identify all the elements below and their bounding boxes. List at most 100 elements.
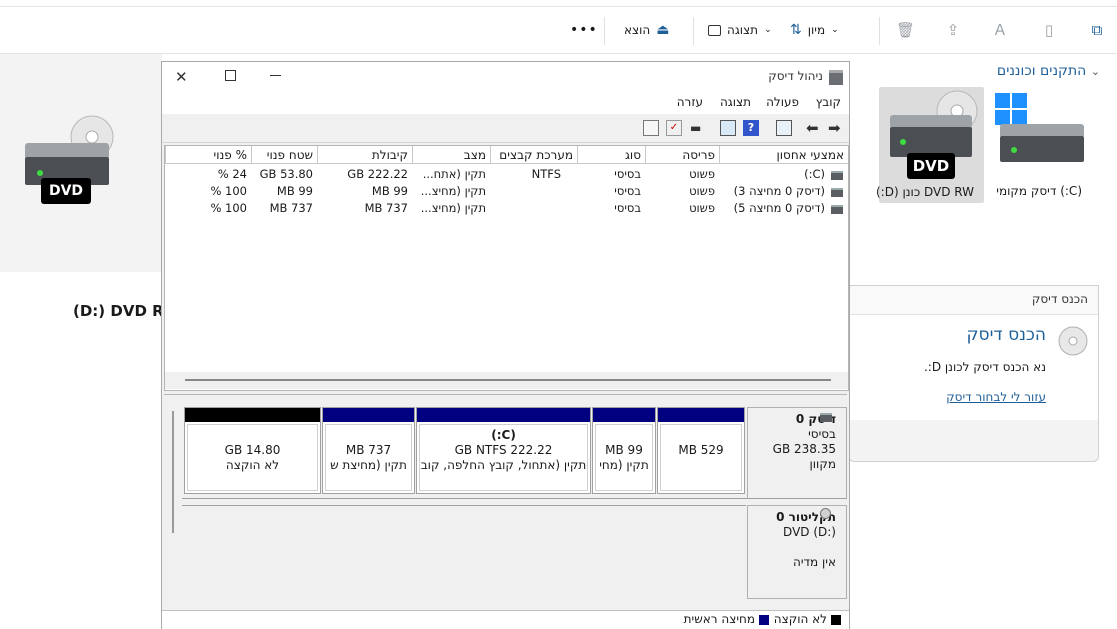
dvd-badge: DVD xyxy=(41,178,91,204)
explorer-toolbar: ••• ⏏ הוצא ⌄ תצוגה ⌄ מיון ⇅ 🗑 ⇪ Ａ ▯ ⧉ xyxy=(0,7,1117,54)
insert-disk-title: הכנס דיסק xyxy=(1031,292,1088,306)
disk-icon xyxy=(820,413,832,422)
help-icon[interactable]: ? xyxy=(743,120,759,136)
insert-disk-heading: הכנס דיסק xyxy=(966,325,1046,345)
drive-d-tile[interactable]: DVD DVD RW כונן (D:) xyxy=(876,87,984,203)
partition-737mb[interactable]: MB 737 תקין (מחיצת ש xyxy=(322,407,415,494)
more-options-button[interactable]: ••• xyxy=(570,19,598,41)
paste-icon[interactable]: ▯ xyxy=(1040,21,1058,39)
partition-c[interactable]: (C:) GB NTFS 222.22 תקין (אתחול, קובץ הח… xyxy=(416,407,591,494)
disk-management-window: ✕ ניהול דיסק קובץ פעולה תצוגה עזרה ➡ ⬅ ?… xyxy=(161,61,850,629)
rename-icon[interactable]: Ａ xyxy=(991,21,1009,39)
volume-list: אמצעי אחסון פריסה סוג מערכת קבצים מצב קי… xyxy=(164,145,849,391)
vertical-scrollbar[interactable] xyxy=(172,411,174,533)
devices-section-header[interactable]: ⌄ התקנים וכוננים xyxy=(997,63,1100,79)
column-header[interactable]: אמצעי אחסון xyxy=(719,146,848,164)
column-header[interactable]: סוג xyxy=(577,146,645,164)
cell-layout: פשוט xyxy=(689,184,715,198)
column-header[interactable]: קיבולת xyxy=(317,146,412,164)
windows-drive-icon xyxy=(995,93,1084,162)
toolbar-separator xyxy=(879,17,880,45)
cdrom-0-empty-area[interactable] xyxy=(182,505,746,600)
cdrom-0-type: DVD (D:) xyxy=(783,525,836,539)
maximize-button[interactable] xyxy=(225,70,236,81)
share-icon[interactable]: ⇪ xyxy=(944,21,962,39)
cell-filesystem: NTFS xyxy=(531,167,561,181)
column-header[interactable]: % פנוי xyxy=(165,146,251,164)
disk-management-titlebar: ✕ ניהול דיסק xyxy=(162,62,849,92)
unallocated-space[interactable]: GB 14.80 לא הוקצה xyxy=(184,407,321,494)
toolbar-separator xyxy=(604,17,605,45)
close-button[interactable]: ✕ xyxy=(175,68,188,86)
chevron-down-icon: ⌄ xyxy=(831,25,839,35)
drive-c-tile[interactable]: (C:) דיסק מקומי xyxy=(990,88,1092,202)
cell-filesystem xyxy=(490,183,577,200)
insert-disk-body: הכנס דיסק נא הכנס דיסק לכונן D:. עזור לי… xyxy=(849,315,1098,420)
rescan-icon[interactable]: ▬ xyxy=(690,120,706,136)
cell-percent-free: 100 % xyxy=(210,184,247,198)
table-row[interactable]: (דיסק 0 מחיצה 5) פשוט בסיסי תקין (מחיצ..… xyxy=(165,200,848,217)
console-icon[interactable] xyxy=(776,120,792,136)
cdrom-0-info[interactable]: תקליטור 0 DVD (D:) אין מדיה xyxy=(747,505,847,599)
cell-layout: פשוט xyxy=(689,167,715,181)
sort-icon: ⇅ xyxy=(790,22,802,38)
cell-status: תקין (מחיצ... xyxy=(420,201,486,215)
eject-button[interactable]: ⏏ הוצא xyxy=(624,19,669,41)
partition-efi[interactable]: MB 99 תקין (מחי xyxy=(592,407,656,494)
cell-volume: (דיסק 0 מחיצה 5) xyxy=(733,201,825,215)
menu-file[interactable]: קובץ xyxy=(816,95,841,109)
dvd-badge: DVD xyxy=(907,153,955,179)
legend-bar: לא הוקצה מחיצה ראשית xyxy=(162,610,849,629)
help-choose-disk-link[interactable]: עזור לי לבחור דיסק xyxy=(946,390,1046,404)
cell-type: בסיסי xyxy=(614,167,641,181)
check-icon[interactable]: ✓ xyxy=(666,120,682,136)
toolbar-separator xyxy=(693,17,694,45)
divider xyxy=(182,498,847,499)
volume-icon xyxy=(831,205,843,214)
window-title: ניהול דיסק xyxy=(768,69,823,83)
minimize-button[interactable] xyxy=(270,75,281,76)
column-header[interactable]: פריסה xyxy=(645,146,719,164)
disk-graphical-view: דיסק 0 בסיסי GB 238.35 מקוון MB 529 MB 9… xyxy=(164,394,847,621)
menu-view[interactable]: תצוגה xyxy=(720,95,751,109)
table-row[interactable]: (דיסק 0 מחיצה 3) פשוט בסיסי תקין (מחיצ..… xyxy=(165,183,848,200)
insert-disk-message: נא הכנס דיסק לכונן D:. xyxy=(923,360,1046,374)
table-row[interactable]: (C:) פשוט בסיסי NTFS תקין (אתח... GB 222… xyxy=(165,166,848,183)
properties-icon[interactable] xyxy=(720,120,736,136)
drive-c-label: (C:) דיסק מקומי xyxy=(996,184,1082,198)
cell-type: בסיסי xyxy=(614,184,641,198)
legend-unallocated-label: לא הוקצה xyxy=(773,612,827,626)
scrollbar-thumb[interactable] xyxy=(185,379,831,381)
disk-0-info[interactable]: דיסק 0 בסיסי GB 238.35 מקוון xyxy=(747,407,847,499)
cell-volume: (דיסק 0 מחיצה 3) xyxy=(733,184,825,198)
cell-capacity: MB 99 xyxy=(371,184,408,198)
cell-free-space: GB 53.80 xyxy=(259,167,313,181)
back-icon[interactable]: ⬅ xyxy=(806,120,822,136)
cell-free-space: MB 99 xyxy=(276,184,313,198)
menu-help[interactable]: עזרה xyxy=(677,95,703,109)
disk-0-size: GB 238.35 xyxy=(772,442,836,456)
legend-primary-swatch xyxy=(759,615,769,625)
cell-percent-free: 24 % xyxy=(217,167,247,181)
column-header[interactable]: מצב xyxy=(412,146,490,164)
horizontal-scrollbar[interactable] xyxy=(165,372,848,389)
insert-disk-titlebar: הכנס דיסק xyxy=(849,286,1098,315)
cell-type: בסיסי xyxy=(614,201,641,215)
column-header[interactable]: מערכת קבצים xyxy=(490,146,577,164)
sort-button[interactable]: ⌄ מיון ⇅ xyxy=(790,19,839,41)
volume-icon xyxy=(831,171,843,180)
disk-management-icon xyxy=(829,70,843,85)
column-header[interactable]: שטח פנוי xyxy=(251,146,317,164)
view-button[interactable]: ⌄ תצוגה xyxy=(708,19,772,41)
cell-status: תקין (מחיצ... xyxy=(420,184,486,198)
forward-icon[interactable]: ➡ xyxy=(828,120,844,136)
list-view-icon[interactable] xyxy=(643,120,659,136)
cell-layout: פשוט xyxy=(689,201,715,215)
delete-icon[interactable]: 🗑 xyxy=(896,21,915,39)
cell-status: תקין (אתח... xyxy=(422,167,486,181)
cell-filesystem xyxy=(490,200,577,217)
menu-action[interactable]: פעולה xyxy=(766,95,799,109)
copy-icon[interactable]: ⧉ xyxy=(1088,21,1106,39)
chevron-down-icon: ⌄ xyxy=(1090,65,1100,78)
partition-recovery[interactable]: MB 529 xyxy=(657,407,745,494)
